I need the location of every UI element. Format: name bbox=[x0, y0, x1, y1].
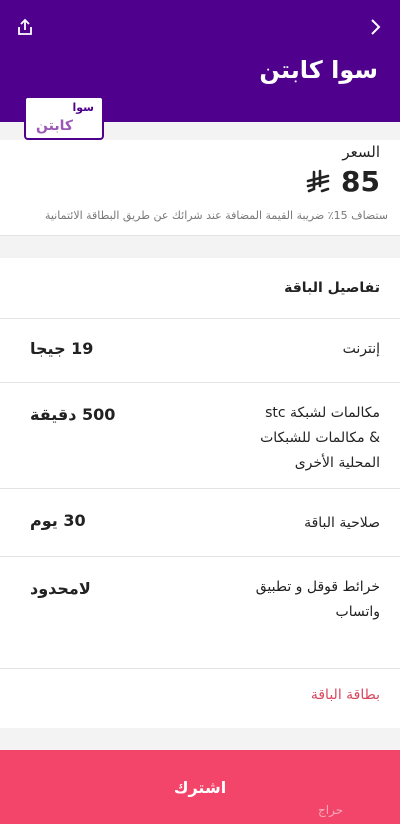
details-title: تفاصيل الباقة bbox=[284, 280, 380, 296]
watermark: حراج bbox=[318, 803, 344, 817]
riyal-icon bbox=[305, 169, 331, 195]
detail-row-internet: إنترنت 19 جيجا bbox=[0, 318, 400, 383]
package-logo: سوا كابتن bbox=[24, 96, 104, 140]
detail-value: 500 دقيقة bbox=[30, 405, 116, 424]
detail-value: لامحدود bbox=[30, 579, 91, 598]
share-icon[interactable] bbox=[12, 14, 38, 40]
price-section: السعر 85 ستضاف 15٪ ضريبة القيمة المضافة … bbox=[0, 140, 400, 236]
detail-value: 19 جيجا bbox=[30, 339, 94, 358]
package-card-link[interactable]: بطاقة الباقة bbox=[311, 687, 380, 703]
package-card-link-row: بطاقة الباقة bbox=[0, 668, 400, 729]
detail-label: صلاحية الباقة bbox=[304, 515, 380, 531]
logo-text-sawa: سوا bbox=[72, 101, 94, 114]
detail-label: مكالمات لشبكة stc & مكالمات للشبكات المح… bbox=[260, 405, 380, 471]
page-title: سوا كابتن bbox=[259, 56, 378, 84]
logo-text-captain: كابتن bbox=[36, 118, 73, 134]
vat-note: ستضاف 15٪ ضريبة القيمة المضافة عند شرائك… bbox=[44, 209, 388, 222]
chevron-right-icon[interactable] bbox=[362, 14, 388, 40]
detail-label: خرائط قوقل و تطبيق واتساب bbox=[255, 579, 380, 620]
detail-row-validity: صلاحية الباقة 30 يوم bbox=[0, 488, 400, 557]
price-row: 85 bbox=[305, 165, 380, 198]
detail-row-unlimited-apps: خرائط قوقل و تطبيق واتساب لامحدود bbox=[0, 556, 400, 669]
detail-row-calls: مكالمات لشبكة stc & مكالمات للشبكات المح… bbox=[0, 382, 400, 489]
detail-value: 30 يوم bbox=[30, 511, 86, 530]
price-label: السعر bbox=[342, 143, 380, 161]
footer-spacer bbox=[0, 728, 400, 750]
package-details: تفاصيل الباقة إنترنت 19 جيجا مكالمات لشب… bbox=[0, 258, 400, 728]
detail-label: إنترنت bbox=[342, 341, 380, 357]
price-value: 85 bbox=[341, 165, 380, 198]
